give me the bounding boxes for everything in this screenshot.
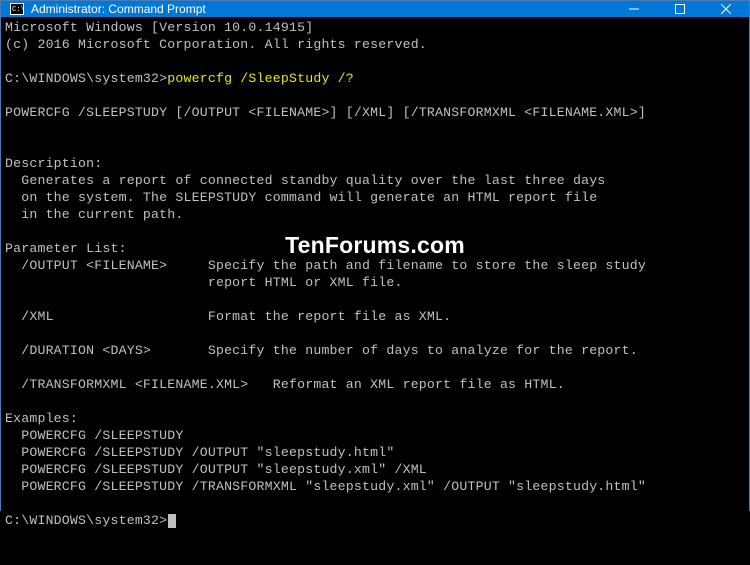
- svg-text:C:\: C:\: [12, 6, 24, 14]
- parameter-output: /OUTPUT <FILENAME> Specify the path and …: [5, 258, 646, 273]
- close-button[interactable]: [703, 1, 749, 17]
- usage-line: POWERCFG /SLEEPSTUDY [/OUTPUT <FILENAME>…: [5, 105, 646, 120]
- parameter-heading: Parameter List:: [5, 241, 127, 256]
- watermark: TenForums.com: [285, 237, 465, 254]
- parameter-output: report HTML or XML file.: [5, 275, 403, 290]
- minimize-button[interactable]: [611, 1, 657, 17]
- window-controls: [611, 1, 749, 17]
- terminal-output[interactable]: Microsoft Windows [Version 10.0.14915] (…: [1, 17, 749, 565]
- description-text: on the system. The SLEEPSTUDY command wi…: [5, 190, 597, 205]
- parameter-transform: /TRANSFORMXML <FILENAME.XML> Reformat an…: [5, 377, 565, 392]
- titlebar[interactable]: C:\ Administrator: Command Prompt: [1, 1, 749, 17]
- cursor: [168, 514, 176, 528]
- parameter-duration: /DURATION <DAYS> Specify the number of d…: [5, 343, 638, 358]
- version-line: Microsoft Windows [Version 10.0.14915]: [5, 20, 313, 35]
- app-icon: C:\: [9, 1, 25, 17]
- maximize-button[interactable]: [657, 1, 703, 17]
- description-text: Generates a report of connected standby …: [5, 173, 605, 188]
- example-line: POWERCFG /SLEEPSTUDY /OUTPUT "sleepstudy…: [5, 462, 427, 477]
- window-title: Administrator: Command Prompt: [31, 2, 206, 16]
- command-prompt-window: C:\ Administrator: Command Prompt Micros…: [0, 0, 750, 511]
- example-line: POWERCFG /SLEEPSTUDY /OUTPUT "sleepstudy…: [5, 445, 394, 460]
- command-input: powercfg /SleepStudy /?: [167, 71, 354, 86]
- description-text: in the current path.: [5, 207, 184, 222]
- example-line: POWERCFG /SLEEPSTUDY: [5, 428, 184, 443]
- example-line: POWERCFG /SLEEPSTUDY /TRANSFORMXML "slee…: [5, 479, 646, 494]
- parameter-xml: /XML Format the report file as XML.: [5, 309, 451, 324]
- examples-heading: Examples:: [5, 411, 78, 426]
- prompt-path: C:\WINDOWS\system32>: [5, 513, 167, 528]
- prompt-path: C:\WINDOWS\system32>: [5, 71, 167, 86]
- copyright-line: (c) 2016 Microsoft Corporation. All righ…: [5, 37, 427, 52]
- description-heading: Description:: [5, 156, 102, 171]
